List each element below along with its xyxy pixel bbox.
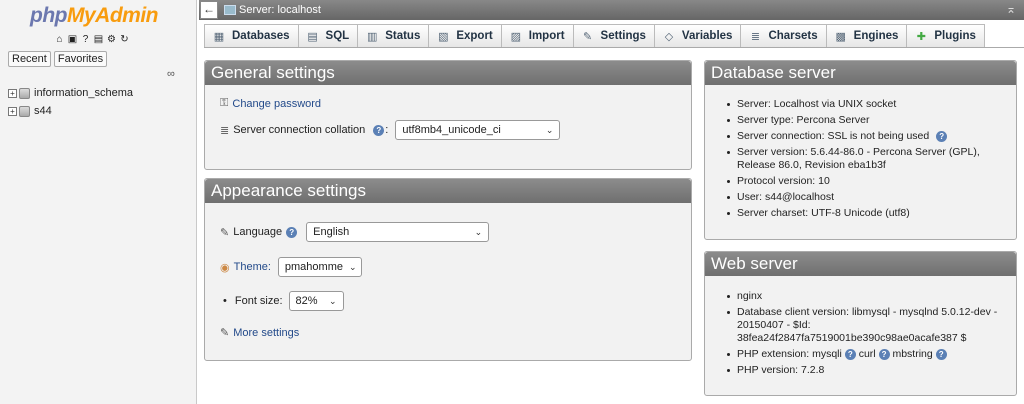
list-item: Database client version: libmysql - mysq…	[727, 306, 1012, 345]
plugin-icon: ✚	[916, 30, 926, 43]
database-icon: ▦	[213, 30, 225, 43]
list-item: Server charset: UTF-8 Unicode (utf8)	[727, 207, 1012, 220]
help-icon[interactable]: ?	[80, 34, 91, 45]
tab-plugins[interactable]: ✚ Plugins	[906, 24, 985, 47]
appearance-settings-panel: Appearance settings ✎ Language ? English…	[204, 178, 692, 361]
phpmyadmin-logo[interactable]: phpMyAdmin	[30, 4, 158, 28]
nav-icon-toolbar: ⌂ ▣ ? ▤ ⚙ ↻	[54, 34, 130, 45]
import-icon: ▨	[510, 30, 521, 43]
collapse-icon[interactable]: ⌅	[1006, 2, 1016, 16]
language-icon: ✎	[220, 226, 230, 239]
database-icon	[19, 105, 30, 117]
list-item: nginx	[727, 290, 1012, 303]
tab-recent[interactable]: Recent	[8, 51, 51, 67]
tab-databases[interactable]: ▦ Databases	[204, 24, 298, 47]
language-label: Language	[233, 226, 283, 238]
charsets-icon: ≣	[750, 30, 761, 43]
docs-icon[interactable]: ▤	[93, 34, 104, 45]
logout-icon[interactable]: ▣	[67, 34, 78, 45]
panel-title: Appearance settings	[205, 179, 691, 203]
link-icon[interactable]: ∞	[167, 68, 175, 80]
general-settings-panel: General settings ⚿ Change password ≣ Ser…	[204, 60, 692, 170]
list-item: User: s44@localhost	[727, 191, 1012, 204]
back-arrow-icon[interactable]: ←	[200, 1, 218, 19]
list-icon: ≣	[220, 124, 230, 137]
panel-title: Database server	[705, 61, 1016, 85]
database-tree: + information_schema + s44	[8, 84, 133, 120]
collation-select[interactable]: utf8mb4_unicode_ci ⌄	[395, 120, 561, 140]
breadcrumb-server[interactable]: Server: localhost	[239, 4, 321, 16]
status-icon: ▥	[366, 30, 378, 43]
web-server-info: nginx Database client version: libmysql …	[727, 290, 1012, 380]
tab-variables[interactable]: ◇ Variables	[653, 24, 741, 47]
palette-icon: ◉	[220, 261, 230, 274]
help-icon[interactable]: ?	[878, 349, 890, 360]
help-icon[interactable]: ?	[286, 226, 298, 238]
database-item[interactable]: + information_schema	[8, 84, 133, 102]
variables-icon: ◇	[664, 30, 674, 43]
panel-title: Web server	[705, 252, 1016, 276]
bullet-icon: •	[223, 295, 227, 307]
key-icon: ⚿	[220, 97, 229, 109]
fontsize-select[interactable]: 82% ⌄	[288, 291, 344, 311]
gear-icon[interactable]: ⚙	[106, 34, 117, 45]
chevron-down-icon: ⌄	[474, 226, 483, 237]
theme-select[interactable]: pmahomme ⌄	[277, 257, 362, 277]
database-icon	[19, 87, 30, 99]
sql-icon: ▤	[307, 30, 318, 43]
export-icon: ▧	[438, 30, 449, 43]
help-icon[interactable]: ?	[844, 349, 856, 360]
list-item: PHP extension: mysqli ? curl ? mbstring …	[727, 348, 1012, 361]
web-server-panel: Web server nginx Database client version…	[704, 251, 1017, 396]
database-server-info: Server: Localhost via UNIX socket Server…	[727, 98, 1012, 223]
server-icon	[224, 5, 236, 15]
list-item: Server version: 5.6.44-86.0 - Percona Se…	[727, 146, 1012, 172]
expand-icon[interactable]: +	[8, 88, 17, 98]
more-settings-link[interactable]: More settings	[233, 327, 299, 339]
home-icon[interactable]: ⌂	[54, 34, 65, 45]
help-icon[interactable]: ?	[373, 124, 385, 136]
tab-sql[interactable]: ▤ SQL	[297, 24, 358, 47]
list-item: Server: Localhost via UNIX socket	[727, 98, 1012, 111]
database-server-panel: Database server Server: Localhost via UN…	[704, 60, 1017, 240]
database-name[interactable]: s44	[34, 105, 52, 117]
expand-icon[interactable]: +	[8, 106, 17, 116]
chevron-down-icon: ⌄	[348, 261, 357, 272]
collation-label: Server connection collation	[233, 124, 366, 136]
panel-title: General settings	[205, 61, 691, 85]
database-name[interactable]: information_schema	[34, 87, 133, 99]
change-password-link[interactable]: Change password	[232, 98, 321, 110]
reload-icon[interactable]: ↻	[119, 34, 130, 45]
server-menu: ▦ Databases ▤ SQL ▥ Status ▧ Export ▨ Import …	[204, 24, 1024, 48]
tab-settings[interactable]: ✎ Settings	[572, 24, 654, 47]
navigation-panel: phpMyAdmin ⌂ ▣ ? ▤ ⚙ ↻ Recent Favorites …	[0, 0, 197, 404]
wrench-icon: ✎	[582, 30, 593, 43]
chevron-down-icon: ⌄	[329, 295, 337, 306]
help-icon[interactable]: ?	[935, 349, 947, 360]
tab-status[interactable]: ▥ Status	[357, 24, 429, 47]
fontsize-label: Font size:	[234, 295, 283, 307]
wrench-icon: ✎	[220, 327, 230, 339]
tab-favorites[interactable]: Favorites	[53, 51, 108, 67]
list-item: Server connection: SSL is not being used…	[727, 130, 1012, 143]
tab-engines[interactable]: ▩ Engines	[825, 24, 907, 47]
list-item: Server type: Percona Server	[727, 114, 1012, 127]
tab-import[interactable]: ▨ Import	[500, 24, 573, 47]
list-item: PHP version: 7.2.8	[727, 364, 1012, 377]
list-item: Protocol version: 10	[727, 175, 1012, 188]
breadcrumb-bar: ← Server: localhost ⌅	[199, 0, 1024, 20]
chevron-down-icon: ⌄	[545, 124, 554, 135]
tab-export[interactable]: ▧ Export	[428, 24, 501, 47]
theme-link[interactable]: Theme:	[234, 261, 271, 273]
database-item[interactable]: + s44	[8, 102, 133, 120]
tab-charsets[interactable]: ≣ Charsets	[740, 24, 826, 47]
help-icon[interactable]: ?	[936, 131, 948, 142]
language-select[interactable]: English ⌄	[306, 222, 490, 242]
engines-icon: ▩	[835, 30, 846, 43]
